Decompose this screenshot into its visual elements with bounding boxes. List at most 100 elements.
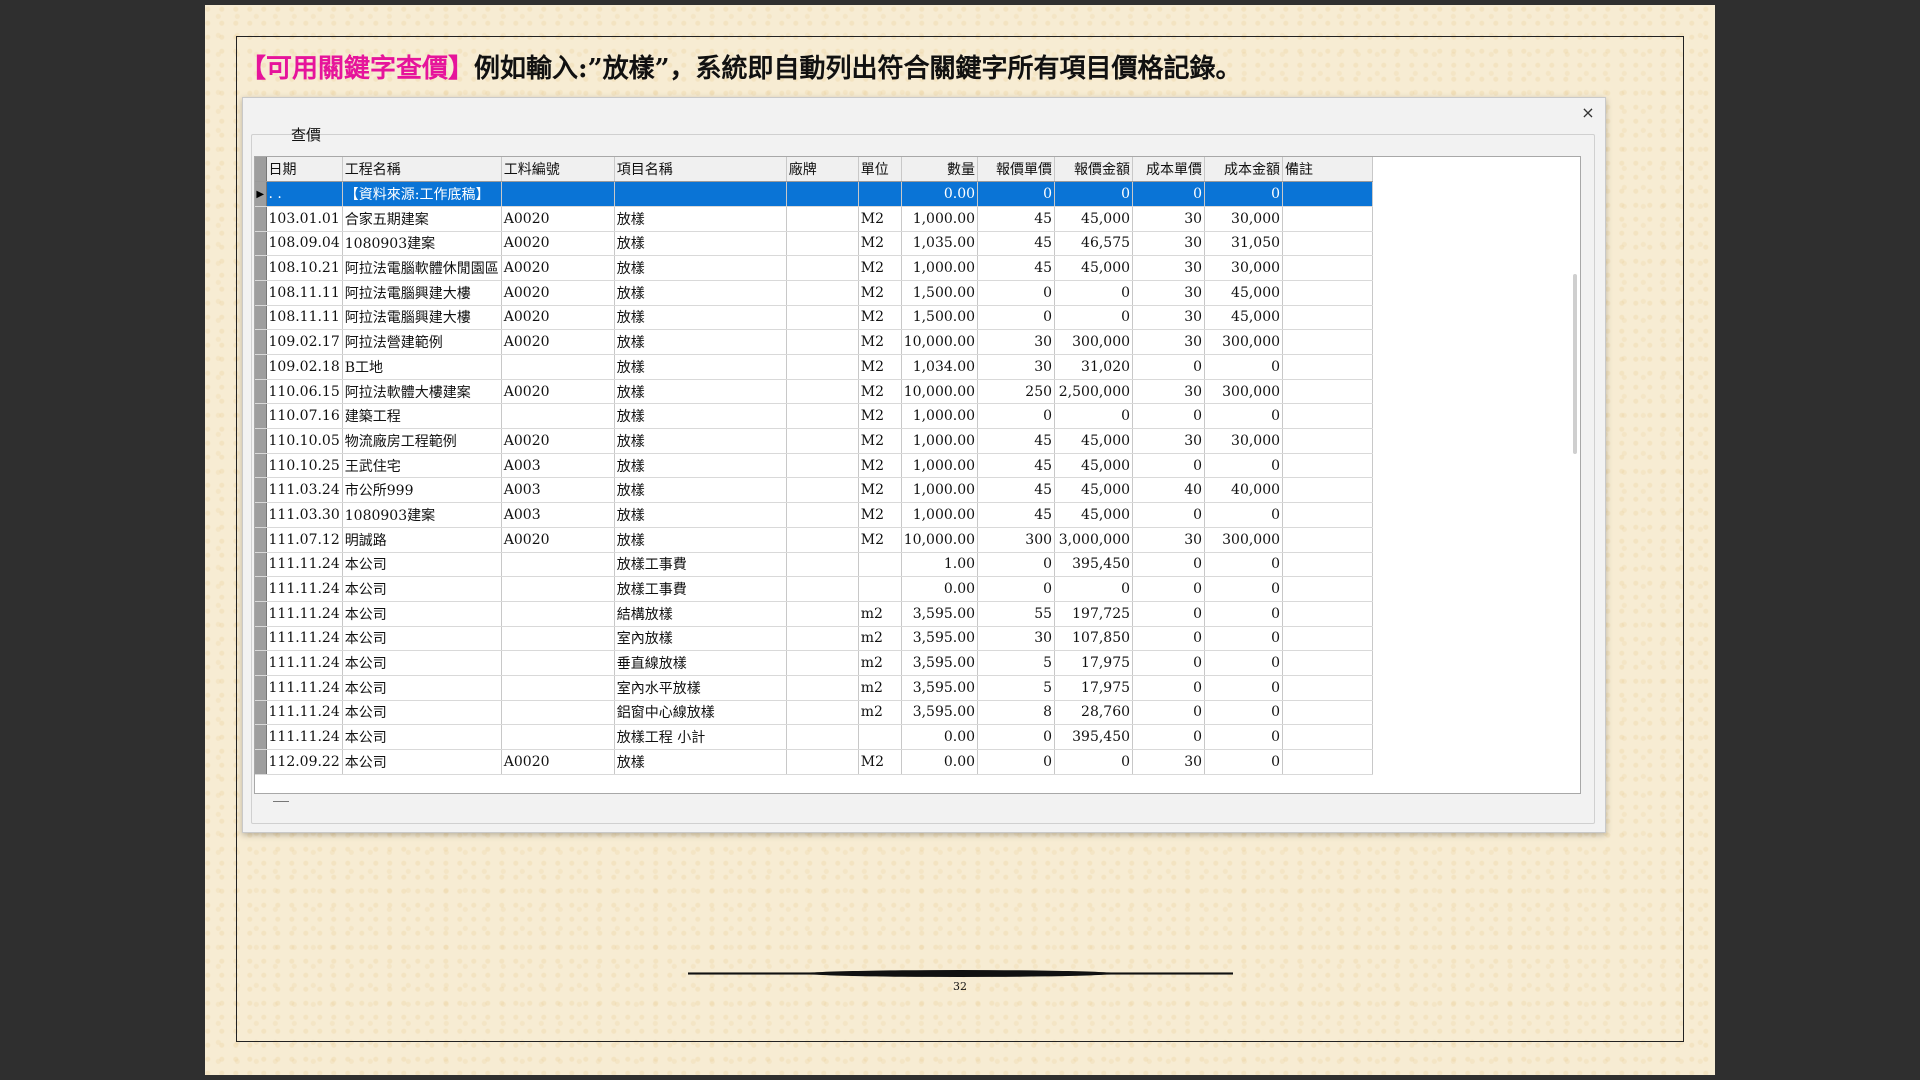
column-header-item[interactable]: 項目名稱 xyxy=(614,157,787,183)
cell-date[interactable]: 111.11.24 xyxy=(266,724,343,750)
cell-item[interactable]: 放樣 xyxy=(614,453,787,479)
cell-unit[interactable]: M2 xyxy=(858,231,902,257)
cell-cost-price[interactable]: 30 xyxy=(1132,527,1206,553)
cell-code[interactable] xyxy=(501,403,615,430)
cell-code[interactable] xyxy=(501,626,615,652)
cell-item[interactable]: 放樣 xyxy=(614,749,787,775)
cell-brand[interactable] xyxy=(786,576,859,602)
cell-cost-price[interactable]: 30 xyxy=(1132,749,1206,775)
cell-project[interactable]: 本公司 xyxy=(342,675,502,701)
cell-item[interactable]: 放樣 xyxy=(614,527,787,553)
cell-date[interactable]: 109.02.18 xyxy=(266,354,343,380)
cell-cost-price[interactable]: 0 xyxy=(1132,502,1206,528)
selected-row[interactable]: ▶. . 【資料來源:工作底稿】 0.00 0 0 0 0 xyxy=(255,181,1374,207)
cell-quote-price[interactable]: 30 xyxy=(977,354,1056,380)
cell-cost-price[interactable]: 0 xyxy=(1132,453,1206,479)
cell-project[interactable]: 本公司 xyxy=(342,576,502,602)
cell-date[interactable]: 111.11.24 xyxy=(266,650,343,676)
cell-code[interactable]: A0020 xyxy=(501,255,615,281)
cell-cost-price[interactable]: 0 xyxy=(1132,724,1206,750)
cell-code[interactable] xyxy=(501,601,615,627)
cell-quote-amount[interactable]: 3,000,000 xyxy=(1054,527,1134,553)
cell-cost-price[interactable]: 30 xyxy=(1132,280,1206,306)
cell-qty[interactable]: 1,000.00 xyxy=(901,502,979,528)
column-header-cost-amount[interactable]: 成本金額 xyxy=(1204,157,1284,183)
table-row[interactable]: 108.11.11 阿拉法電腦興建大樓 A0020 放樣 M2 1,500.00 0 0 30 4… xyxy=(255,280,1374,306)
cell-code[interactable]: A003 xyxy=(501,477,615,504)
cell-note[interactable] xyxy=(1282,329,1374,355)
cell-unit[interactable]: m2 xyxy=(858,675,902,701)
cell-item[interactable]: 垂直線放樣 xyxy=(614,650,787,676)
cell-cost-amount[interactable]: 45,000 xyxy=(1204,305,1284,331)
cell-qty[interactable]: 0.00 xyxy=(901,181,979,207)
cell-project[interactable]: 1080903建案 xyxy=(342,502,502,528)
cell-brand[interactable] xyxy=(786,231,859,257)
cell-item[interactable]: 室內水平放樣 xyxy=(614,675,787,701)
cell-note[interactable] xyxy=(1282,305,1374,331)
cell-date[interactable]: 111.07.12 xyxy=(266,527,343,553)
column-header-qty[interactable]: 數量 xyxy=(901,157,979,183)
cell-note[interactable] xyxy=(1282,379,1374,405)
cell-project[interactable]: 阿拉法電腦興建大樓 xyxy=(342,280,502,306)
cell-cost-amount[interactable]: 0 xyxy=(1204,700,1284,726)
cell-cost-price[interactable]: 30 xyxy=(1132,255,1206,281)
cell-project[interactable]: 市公所999 xyxy=(342,477,502,504)
table-row[interactable]: 110.06.15 阿拉法軟體大樓建案 A0020 放樣 M2 10,000.00 250 2… xyxy=(255,379,1374,405)
column-header-project[interactable]: 工程名稱 xyxy=(342,157,502,183)
cell-unit[interactable] xyxy=(858,724,902,750)
vertical-scrollbar[interactable] xyxy=(1573,274,1577,454)
cell-quote-price[interactable]: 0 xyxy=(977,181,1056,207)
cell-project[interactable]: 建築工程 xyxy=(342,403,502,430)
cell-cost-price[interactable]: 0 xyxy=(1132,576,1206,602)
column-header-cost-price[interactable]: 成本單價 xyxy=(1132,157,1206,183)
cell-qty[interactable]: 1,500.00 xyxy=(901,305,979,331)
table-row[interactable]: 110.10.25 王武住宅 A003 放樣 M2 1,000.00 45 45,000 0 0 xyxy=(255,453,1374,479)
cell-cost-price[interactable]: 30 xyxy=(1132,206,1206,232)
table-row[interactable]: 103.01.01 合家五期建案 A0020 放樣 M2 1,000.00 45 45,000… xyxy=(255,206,1374,232)
cell-cost-amount[interactable]: 40,000 xyxy=(1204,477,1284,504)
table-row[interactable]: 111.11.24 本公司 放樣工程 小計 0.00 0 395,450 0 0 xyxy=(255,724,1374,750)
cell-qty[interactable]: 10,000.00 xyxy=(901,379,979,405)
cell-cost-amount[interactable]: 300,000 xyxy=(1204,329,1284,355)
table-row[interactable]: 111.11.24 本公司 結構放樣 m2 3,595.00 55 197,725 0 0 xyxy=(255,601,1374,627)
cell-quote-amount[interactable]: 45,000 xyxy=(1054,206,1134,232)
cell-quote-amount[interactable]: 45,000 xyxy=(1054,428,1134,454)
column-header-brand[interactable]: 廠牌 xyxy=(786,157,859,183)
cell-code[interactable]: A003 xyxy=(501,502,615,528)
cell-qty[interactable]: 1,000.00 xyxy=(901,428,979,454)
cell-qty[interactable]: 1.00 xyxy=(901,552,979,578)
cell-quote-price[interactable]: 45 xyxy=(977,453,1056,479)
cell-cost-price[interactable]: 0 xyxy=(1132,675,1206,701)
cell-date[interactable]: 110.06.15 xyxy=(266,379,343,405)
column-header-quote-price[interactable]: 報價單價 xyxy=(977,157,1056,183)
cell-quote-amount[interactable]: 45,000 xyxy=(1054,453,1134,479)
cell-qty[interactable]: 1,000.00 xyxy=(901,206,979,232)
cell-cost-price[interactable]: 0 xyxy=(1132,403,1206,430)
cell-note[interactable] xyxy=(1282,502,1374,528)
cell-code[interactable]: A003 xyxy=(501,453,615,479)
cell-item[interactable]: 放樣 xyxy=(614,329,787,355)
cell-unit[interactable]: M2 xyxy=(858,305,902,331)
cell-project[interactable]: 【資料來源:工作底稿】 xyxy=(342,181,502,207)
cell-date[interactable]: 110.10.05 xyxy=(266,428,343,454)
cell-qty[interactable]: 3,595.00 xyxy=(901,626,979,652)
cell-unit[interactable]: M2 xyxy=(858,329,902,355)
cell-code[interactable] xyxy=(501,576,615,602)
cell-project[interactable]: 合家五期建案 xyxy=(342,206,502,232)
cell-item[interactable]: 放樣工事費 xyxy=(614,552,787,578)
cell-quote-amount[interactable]: 45,000 xyxy=(1054,477,1134,504)
cell-code[interactable] xyxy=(501,354,615,380)
cell-date[interactable]: 111.11.24 xyxy=(266,576,343,602)
cell-cost-amount[interactable]: 0 xyxy=(1204,749,1284,775)
table-row[interactable]: 111.11.24 本公司 放樣工事費 1.00 0 395,450 0 0 xyxy=(255,552,1374,578)
cell-quote-amount[interactable]: 0 xyxy=(1054,403,1134,430)
cell-cost-price[interactable]: 30 xyxy=(1132,329,1206,355)
cell-brand[interactable] xyxy=(786,206,859,232)
cell-quote-price[interactable]: 5 xyxy=(977,650,1056,676)
cell-quote-price[interactable]: 0 xyxy=(977,576,1056,602)
cell-qty[interactable]: 3,595.00 xyxy=(901,700,979,726)
cell-quote-amount[interactable]: 197,725 xyxy=(1054,601,1134,627)
cell-cost-amount[interactable]: 0 xyxy=(1204,601,1284,627)
cell-date[interactable]: 108.11.11 xyxy=(266,305,343,331)
cell-cost-price[interactable]: 30 xyxy=(1132,428,1206,454)
